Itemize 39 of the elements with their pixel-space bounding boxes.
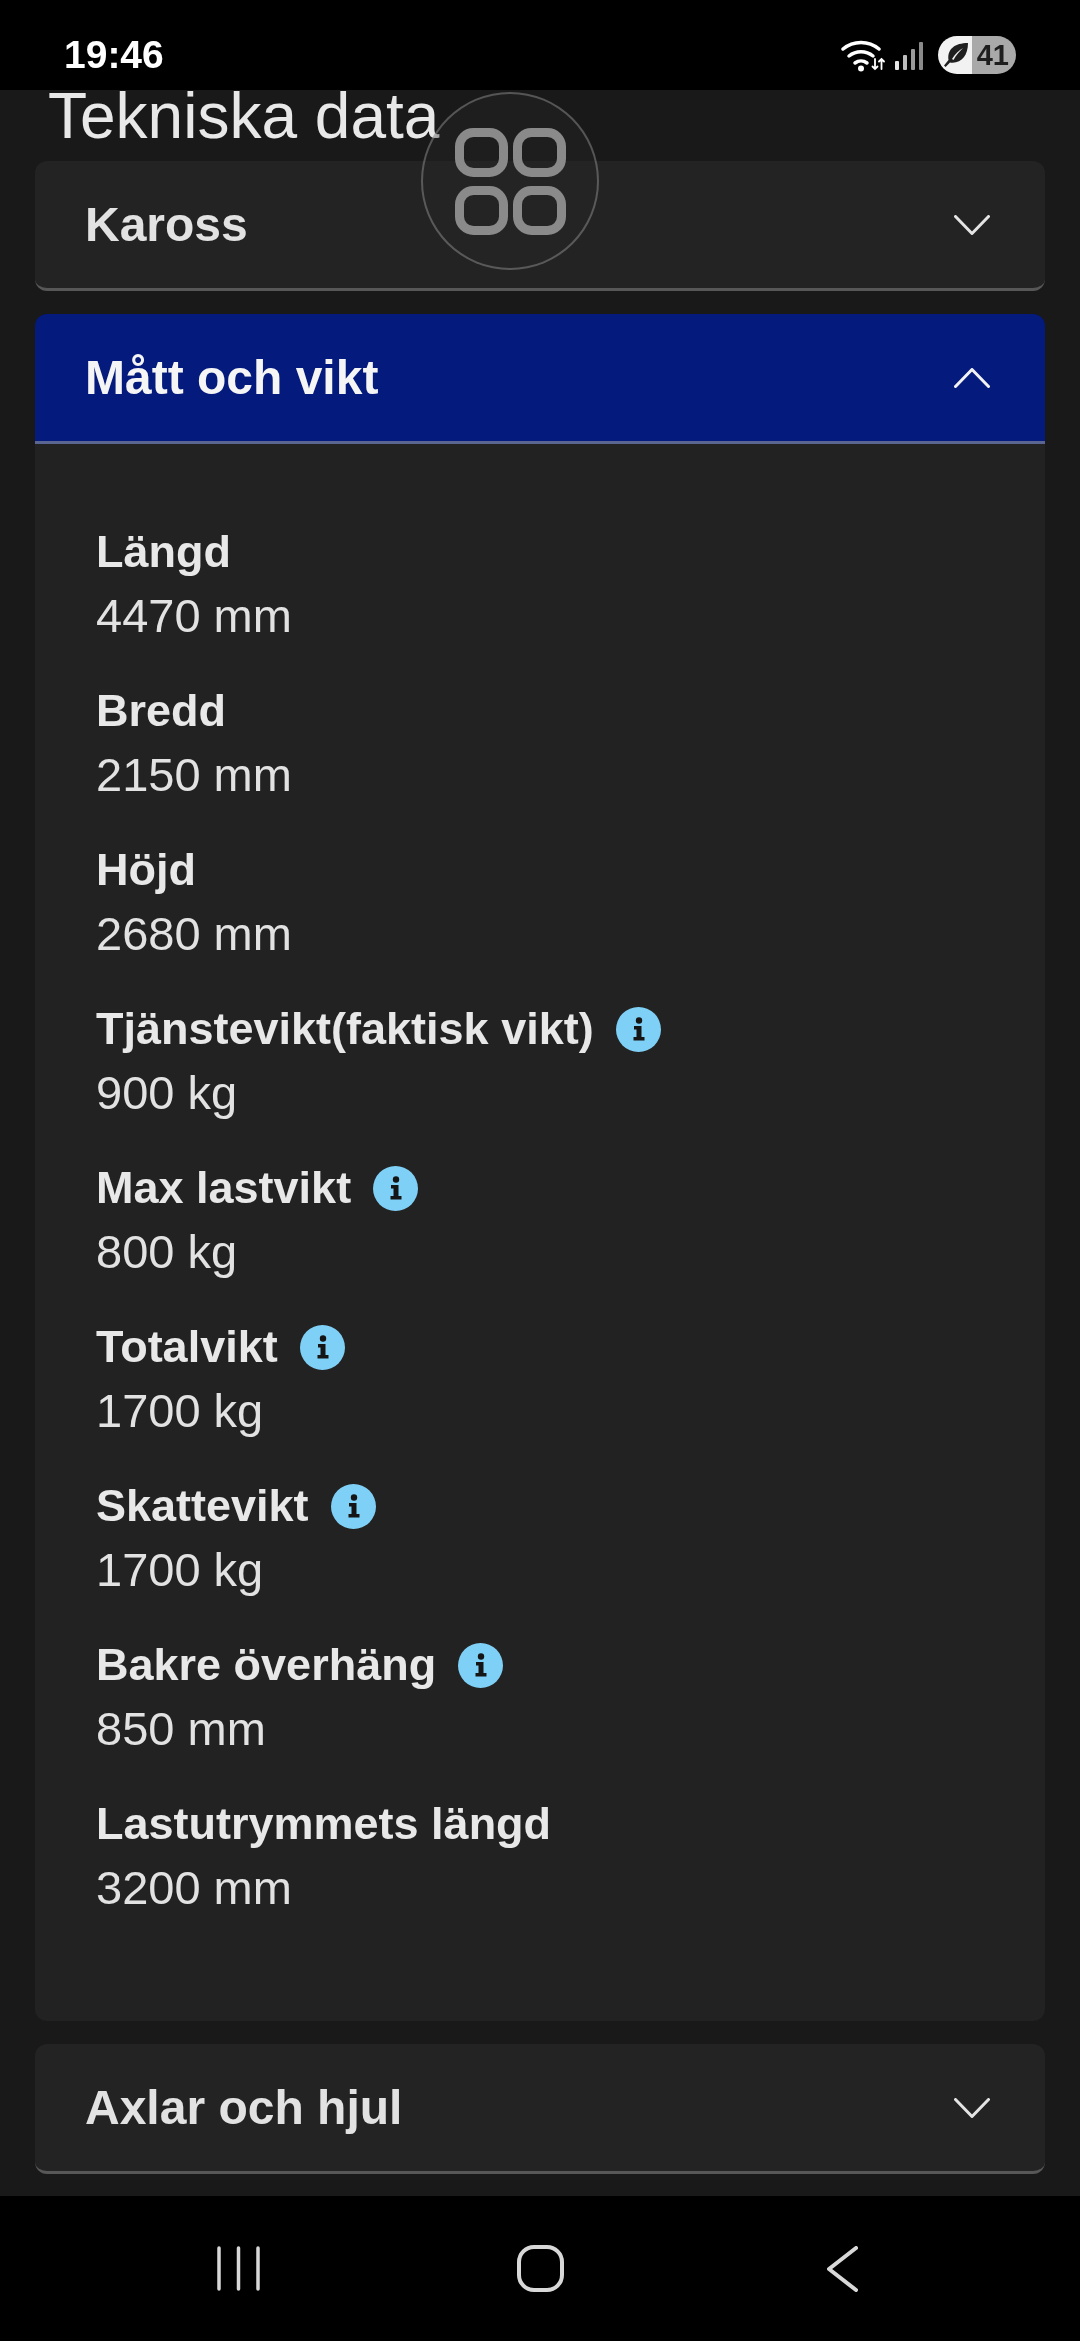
- spec-value: 1700 kg: [96, 1383, 264, 1439]
- chevron-down-icon: [954, 2097, 990, 2118]
- section-header[interactable]: Axlar och hjul: [35, 2044, 1045, 2174]
- spec-label: Totalvikt: [96, 1320, 278, 1374]
- spec-value: 2150 mm: [96, 747, 292, 803]
- spec-label: Tjänstevikt(faktisk vikt): [96, 1002, 594, 1056]
- spec-label: Lastutrymmets längd: [96, 1797, 552, 1851]
- spec-value: 1700 kg: [96, 1542, 264, 1598]
- spec-label: Bredd: [96, 684, 226, 738]
- status-time: 19:46: [64, 32, 164, 78]
- spec-value: 3200 mm: [96, 1860, 292, 1916]
- spec-label: Bakre överhäng: [96, 1638, 437, 1692]
- spec-value: 2680 mm: [96, 906, 292, 962]
- chevron-up-icon: [954, 367, 990, 388]
- section-header[interactable]: Kaross: [35, 161, 1045, 291]
- spec-value: 900 kg: [96, 1065, 238, 1121]
- back-icon[interactable]: [826, 2245, 858, 2292]
- info-icon[interactable]: [373, 1165, 419, 1211]
- spec-value: 800 kg: [96, 1224, 238, 1280]
- wifi-icon: [841, 38, 885, 72]
- spec-label: Längd: [96, 525, 231, 579]
- info-icon[interactable]: [299, 1324, 345, 1370]
- battery-percentage: 41: [976, 39, 1009, 71]
- grid-icon: [454, 127, 566, 235]
- chevron-down-icon: [954, 214, 990, 235]
- signal-icon: [895, 40, 923, 70]
- spec-label: Max lastvikt: [96, 1161, 352, 1215]
- spec-label: Höjd: [96, 843, 196, 897]
- home-icon[interactable]: [516, 2245, 564, 2292]
- page-title: Tekniska data: [48, 90, 440, 142]
- spec-value: 850 mm: [96, 1701, 266, 1757]
- recent-apps-icon[interactable]: [216, 2246, 260, 2291]
- info-icon[interactable]: [615, 1006, 661, 1052]
- info-icon[interactable]: [458, 1642, 504, 1688]
- spec-value: 4470 mm: [96, 588, 292, 644]
- leaf-icon: [944, 43, 968, 67]
- spec-label: Skattevikt: [96, 1479, 309, 1533]
- info-icon[interactable]: [330, 1483, 376, 1529]
- section-header[interactable]: Mått och vikt: [35, 314, 1045, 444]
